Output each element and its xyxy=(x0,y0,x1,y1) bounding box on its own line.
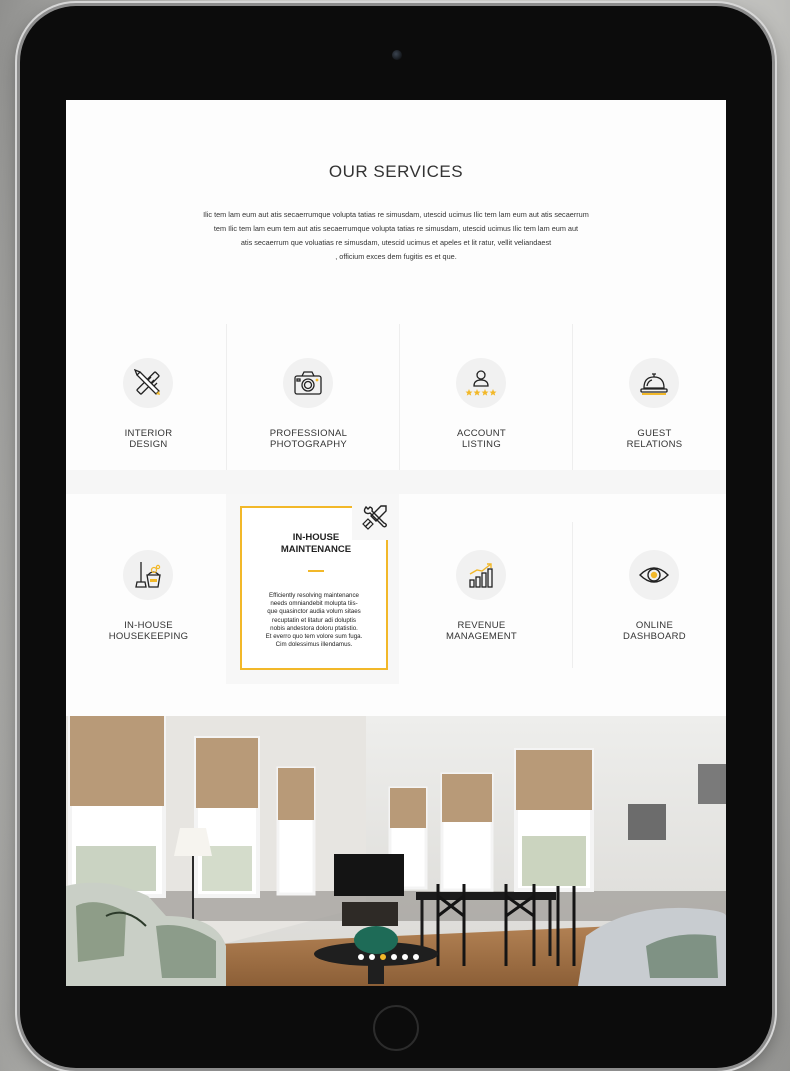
label-line: IN-HOUSE xyxy=(124,620,173,631)
front-camera xyxy=(392,50,402,60)
highlight-icon-wrap xyxy=(362,504,388,535)
label-line: HOUSEKEEPING xyxy=(108,631,189,642)
tablet-screen: OUR SERVICES Ilic tem lam eum aut atis s… xyxy=(66,100,726,986)
text-line: needs omniandebit molupta tiis- xyxy=(270,600,358,608)
service-online-dashboard[interactable]: ONLINE DASHBOARD xyxy=(572,516,726,656)
tablet-frame: OUR SERVICES Ilic tem lam eum aut atis s… xyxy=(20,6,772,1068)
service-label: ONLINE DASHBOARD xyxy=(572,620,726,642)
service-in-house-maintenance-card[interactable]: IN-HOUSE MAINTENANCE Efficiently resolvi… xyxy=(226,494,399,684)
slider-dot[interactable] xyxy=(358,954,364,960)
label-line: MANAGEMENT xyxy=(445,631,518,642)
description-line: tem Ilic tem lam eum tem aut atis secaer… xyxy=(213,224,579,233)
living-room-photo xyxy=(66,716,726,986)
service-label: PROFESSIONAL PHOTOGRAPHY xyxy=(226,428,391,450)
icon-circle xyxy=(123,358,173,408)
pencil-ruler-icon xyxy=(134,369,160,395)
service-in-house-housekeeping[interactable]: IN-HOUSE HOUSEKEEPING xyxy=(66,516,231,656)
slider-pagination xyxy=(358,954,419,960)
text-line: nobis andestora doloru ptatistio. xyxy=(270,624,358,632)
accent-divider xyxy=(308,570,324,572)
description-line: atis secaerrum que voluatias re simusdam… xyxy=(240,238,552,247)
description-line: , officium exces dem fugitis es et que. xyxy=(335,252,457,261)
label-line: GUEST xyxy=(637,428,672,439)
icon-circle xyxy=(456,550,506,600)
icon-circle xyxy=(456,358,506,408)
label-line: REVENUE xyxy=(457,620,506,631)
highlight-description: Efficiently resolving maintenance needs … xyxy=(250,592,378,649)
icon-circle xyxy=(283,358,333,408)
wrench-screwdriver-icon xyxy=(362,505,387,530)
text-line: que quasinctor audia volum sitaes xyxy=(267,608,361,616)
service-label: REVENUE MANAGEMENT xyxy=(399,620,564,642)
camera-icon xyxy=(294,371,322,395)
slider-dot-active[interactable] xyxy=(380,954,386,960)
section-title: OUR SERVICES xyxy=(328,162,464,181)
text-line: recuptatin et litatur adi doluptis xyxy=(272,616,356,624)
icon-circle xyxy=(629,550,679,600)
slider-dot[interactable] xyxy=(369,954,375,960)
label-line: DESIGN xyxy=(129,439,168,450)
section-description: Ilic tem lam eum aut atis secaerrumque v… xyxy=(136,208,656,264)
label-line: ACCOUNT xyxy=(456,428,507,439)
slider-dot[interactable] xyxy=(413,954,419,960)
label-line: RELATIONS xyxy=(626,439,683,450)
label-line: LISTING xyxy=(461,439,502,450)
grid-row-separator xyxy=(66,470,726,494)
label-line: ONLINE xyxy=(635,620,674,631)
eye-icon xyxy=(639,567,669,583)
title-line: MAINTENANCE xyxy=(280,544,352,555)
slider-dot[interactable] xyxy=(391,954,397,960)
label-line: PROFESSIONAL xyxy=(269,428,348,439)
icon-circle xyxy=(629,358,679,408)
service-professional-photography[interactable]: PROFESSIONAL PHOTOGRAPHY xyxy=(226,324,391,464)
service-account-listing[interactable]: ACCOUNT LISTING xyxy=(399,324,564,464)
icon-circle xyxy=(123,550,173,600)
slider-dot[interactable] xyxy=(402,954,408,960)
home-button[interactable] xyxy=(373,1005,419,1051)
service-label: IN-HOUSE HOUSEKEEPING xyxy=(66,620,231,642)
service-bell-icon xyxy=(640,373,668,395)
label-line: PHOTOGRAPHY xyxy=(269,439,348,450)
highlight-title: IN-HOUSE MAINTENANCE xyxy=(242,532,390,556)
growth-chart-icon xyxy=(469,563,493,588)
service-label: ACCOUNT LISTING xyxy=(399,428,564,450)
text-line: Cim dolessimus illendamus. xyxy=(275,641,353,649)
living-room-image xyxy=(66,716,726,986)
service-interior-design[interactable]: INTERIOR DESIGN xyxy=(66,324,231,464)
mop-bucket-icon xyxy=(135,562,161,588)
service-guest-relations[interactable]: GUEST RELATIONS xyxy=(572,324,726,464)
label-line: DASHBOARD xyxy=(623,631,686,642)
service-label: INTERIOR DESIGN xyxy=(66,428,231,450)
user-stars-icon xyxy=(465,370,497,396)
service-revenue-management[interactable]: REVENUE MANAGEMENT xyxy=(399,516,564,656)
services-grid: INTERIOR DESIGN PROFESSIONAL PHOTOGRAPHY… xyxy=(66,324,726,688)
text-line: Et everro quo tem volore sum fuga. xyxy=(265,633,363,641)
service-label: GUEST RELATIONS xyxy=(572,428,726,450)
label-line: INTERIOR xyxy=(124,428,173,439)
description-line: Ilic tem lam eum aut atis secaerrumque v… xyxy=(203,210,589,219)
text-line: Efficiently resolving maintenance xyxy=(269,592,359,599)
